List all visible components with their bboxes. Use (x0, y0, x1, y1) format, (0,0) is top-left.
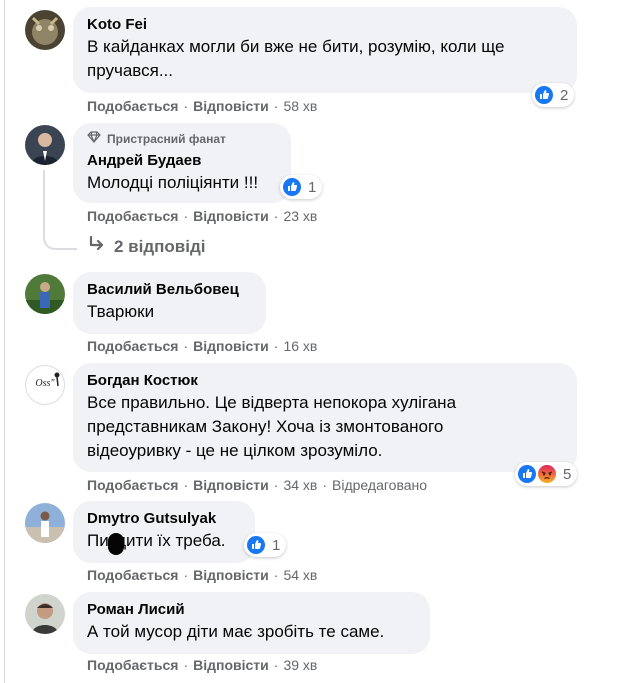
avatar[interactable] (25, 125, 65, 165)
comment-actions: Подобається · Відповісти · 16 хв (87, 337, 317, 355)
separator: · (183, 657, 189, 673)
like-icon (535, 86, 553, 104)
timestamp[interactable]: 34 хв (283, 477, 317, 493)
like-button[interactable]: Подобається (87, 477, 178, 493)
avatar[interactable] (25, 503, 65, 543)
comment-text-line: Молодці поліціянти !!! (87, 173, 259, 192)
timestamp[interactable]: 54 хв (283, 567, 317, 583)
separator: · (183, 338, 189, 354)
reaction-count: 1 (308, 178, 317, 196)
separator: · (273, 657, 279, 673)
comment-text-line: А той мусор діти має зробіть те саме. (87, 622, 385, 641)
separator: · (273, 208, 279, 224)
avatar[interactable]: Oss" (25, 365, 65, 405)
comment-text-line: представникам Закону! Хоча із змонтовано… (87, 417, 444, 436)
comment-author[interactable]: Koto Fei (87, 15, 563, 35)
reaction-count: 5 (563, 465, 572, 483)
comment-author[interactable]: Dmytro Gutsulyak (87, 509, 241, 529)
separator: · (273, 567, 279, 583)
reaction-count: 1 (272, 536, 281, 554)
like-button[interactable]: Подобається (87, 567, 178, 583)
comment-actions: Подобається · Відповісти · 58 хв (87, 97, 317, 115)
reply-button[interactable]: Відповісти (193, 338, 269, 354)
comment-text-line: відеоуривку - це не цілком зрозуміло. (87, 441, 383, 460)
mouse-cursor (108, 533, 124, 555)
reaction-summary[interactable]: 1 (244, 533, 287, 557)
comment-author[interactable]: Андрей Будаев (87, 151, 277, 171)
comment-author[interactable]: Роман Лисий (87, 600, 416, 620)
separator: · (273, 477, 279, 493)
avatar[interactable] (25, 10, 65, 50)
replies-label: 2 відповіді (114, 236, 206, 256)
badge-label: Пристрасний фанат (107, 132, 226, 146)
diamond-icon (87, 131, 101, 147)
reply-button[interactable]: Відповісти (193, 477, 269, 493)
angry-icon (538, 465, 556, 483)
timestamp[interactable]: 23 хв (283, 208, 317, 224)
separator: · (183, 477, 189, 493)
comment-text-line: пручався... (87, 61, 173, 80)
separator: · (273, 338, 279, 354)
like-button[interactable]: Подобається (87, 208, 178, 224)
comment-bubble: Богдан Костюк Все правильно. Це відверта… (73, 363, 577, 472)
comment-author[interactable]: Богдан Костюк (87, 371, 563, 391)
reply-button[interactable]: Відповісти (193, 657, 269, 673)
thread-divider (4, 0, 5, 683)
view-replies-button[interactable]: 2 відповіді (88, 235, 206, 257)
like-button[interactable]: Подобається (87, 657, 178, 673)
like-icon (247, 536, 265, 554)
separator: · (183, 98, 189, 114)
timestamp[interactable]: 39 хв (283, 657, 317, 673)
comment-bubble: Dmytro Gutsulyak Пиздити їх треба. (73, 501, 255, 563)
comment-actions: Подобається · Відповісти · 23 хв (87, 207, 317, 225)
avatar[interactable] (25, 594, 65, 634)
like-icon (518, 465, 536, 483)
like-button[interactable]: Подобається (87, 98, 178, 114)
reply-arrow-icon (88, 235, 106, 257)
like-icon (283, 178, 301, 196)
avatar[interactable] (25, 274, 65, 314)
reply-button[interactable]: Відповісти (193, 208, 269, 224)
reaction-summary[interactable]: 5 (515, 462, 578, 486)
comment-actions: Подобається · Відповісти · 34 хв · Відредагова… (87, 476, 427, 494)
comment-author[interactable]: Василий Вельбовец (87, 280, 252, 300)
thread-connector (43, 170, 77, 250)
comment-text-line: В кайданках могли би вже не бити, розумі… (87, 37, 505, 56)
fan-badge: Пристрасний фанат (87, 131, 277, 147)
comment-bubble: Пристрасний фанат Андрей Будаев Молодці … (73, 123, 291, 203)
reaction-summary[interactable]: 2 (532, 83, 575, 107)
reply-button[interactable]: Відповісти (193, 567, 269, 583)
comment-bubble: Koto Fei В кайданках могли би вже не бит… (73, 7, 577, 93)
comment-bubble: Василий Вельбовец Тварюки (73, 272, 266, 334)
separator: · (183, 567, 189, 583)
comment-actions: Подобається · Відповісти · 39 хв (87, 656, 317, 674)
timestamp[interactable]: 16 хв (283, 338, 317, 354)
comment-text-line: Тварюки (87, 302, 155, 321)
edited-label[interactable]: Відредаговано (332, 477, 427, 493)
reply-button[interactable]: Відповісти (193, 98, 269, 114)
reaction-count: 2 (560, 86, 569, 104)
comment-text-line: Все правильно. Це відверта непокора хулі… (87, 393, 457, 412)
comment-actions: Подобається · Відповісти · 54 хв (87, 566, 317, 584)
separator: · (322, 477, 328, 493)
separator: · (273, 98, 279, 114)
reaction-summary[interactable]: 1 (280, 175, 323, 199)
timestamp[interactable]: 58 хв (283, 98, 317, 114)
separator: · (183, 208, 189, 224)
like-button[interactable]: Подобається (87, 338, 178, 354)
comment-bubble: Роман Лисий А той мусор діти має зробіть… (73, 592, 430, 654)
